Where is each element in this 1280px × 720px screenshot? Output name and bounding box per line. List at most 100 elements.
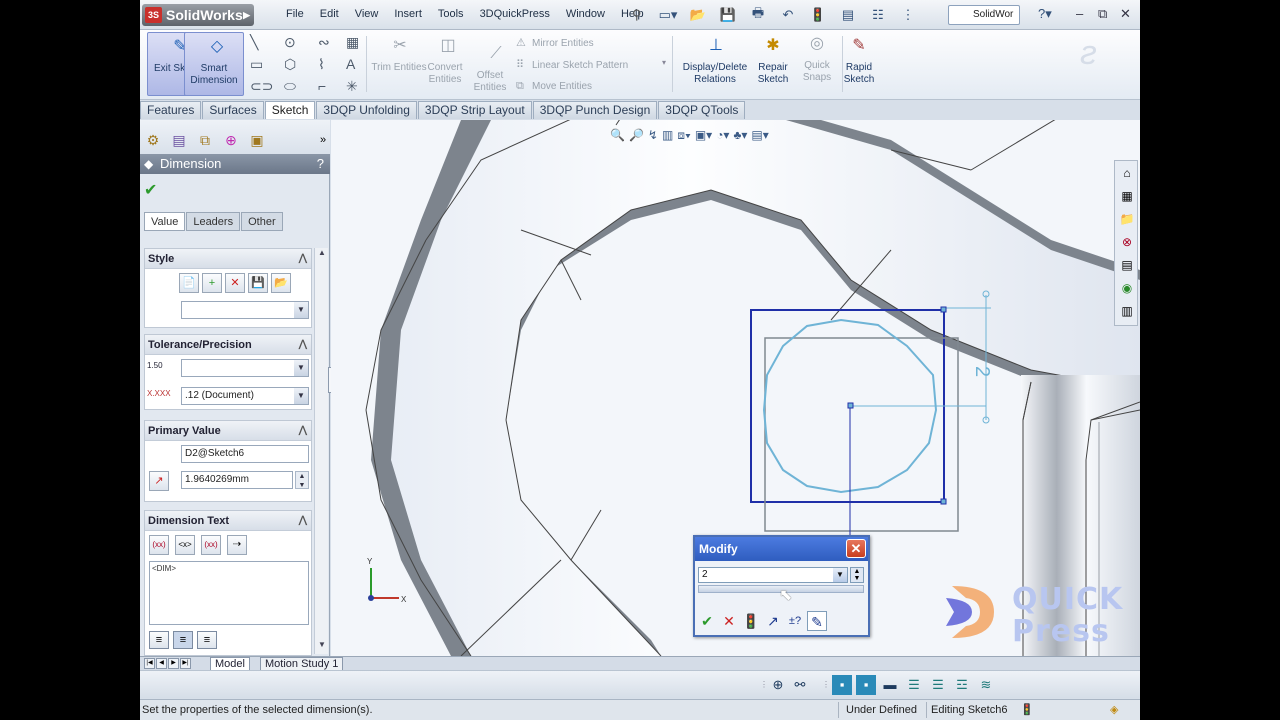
spline-icon[interactable]: ⌇ [318,56,325,73]
precision-select[interactable]: .12 (Document) ▼ [181,387,309,405]
zoom-area-icon[interactable]: 🔎 [629,128,644,143]
tab-3dqp-punch-design[interactable]: 3DQP Punch Design [532,101,658,119]
polygon-icon[interactable]: ⬡ [284,56,296,73]
add-style-icon[interactable]: + [202,273,222,293]
inspection-dimension-icon[interactable]: (xx) [201,535,221,555]
linear-pattern-button[interactable]: ⠿ Linear Sketch Pattern [516,58,628,71]
viewport-restore-icon[interactable]: ⧉ [1103,120,1112,123]
parallel-relation-icon[interactable]: ☰ [928,675,948,695]
home-icon[interactable]: ⌂ [1117,163,1137,183]
rebuild-icon[interactable]: 🚦 [805,5,831,25]
fix-relation-icon[interactable]: ≋ [976,675,996,695]
panel-scrollbar[interactable]: ▲ ▼ [314,248,328,654]
feature-manager-icon[interactable]: ⚙ [142,130,164,150]
chevron-down-icon[interactable]: ▼ [833,568,847,582]
property-manager-icon[interactable]: ▤ [168,130,190,150]
tab-3dqp-strip-layout[interactable]: 3DQP Strip Layout [417,101,532,119]
menu-insert[interactable]: Insert [386,8,430,20]
rebuild-icon[interactable]: 🚦 [741,611,761,631]
plus-minus-icon[interactable]: ±? [785,611,805,631]
construction-geometry-icon[interactable]: ▦ [346,34,359,51]
search-results-icon[interactable]: ⊗ [1117,232,1137,252]
collapse-icon[interactable]: ⋀ [299,249,307,269]
collapse-icon[interactable]: ⋀ [299,335,307,355]
apply-default-style-icon[interactable]: 📄 [179,273,199,293]
menu-edit[interactable]: Edit [312,8,347,20]
tab-sketch[interactable]: Sketch [264,101,316,119]
sketch-relations-icon[interactable]: ⊕ [768,675,788,695]
tab-3dqp-unfolding[interactable]: 3DQP Unfolding [316,101,417,119]
rapid-sketch-button[interactable]: ✎ Rapid Sketch [836,32,882,96]
tab-3dqp-qtools[interactable]: 3DQP QTools [658,101,746,119]
add-parentheses-icon[interactable]: (xx) [149,535,169,555]
center-dimension-icon[interactable]: <x> [175,535,195,555]
hide-show-icon[interactable]: ◔▾ [716,128,729,143]
tolerance-type-select[interactable]: ▼ [181,359,309,377]
symmetric-relation-icon[interactable]: ☲ [952,675,972,695]
primary-value-header[interactable]: Primary Value ⋀ [145,421,311,441]
help-icon[interactable]: ?▾ [1038,6,1052,22]
solidworks-logo[interactable]: 3S SolidWorks ▶ [142,4,254,26]
load-style-icon[interactable]: 📂 [271,273,291,293]
reset-spin-increment-icon[interactable]: ↗ [763,611,783,631]
quick-snaps-button[interactable]: ◎ Quick Snaps [794,30,840,94]
sketch-point[interactable] [940,306,947,313]
circle-icon[interactable]: ⊙ [284,34,296,51]
delete-style-icon[interactable]: ✕ [225,273,245,293]
horizontal-relation-icon[interactable]: ▪ [832,675,852,695]
viewport-close-icon[interactable]: ✕ [1123,120,1133,122]
save-icon[interactable]: 💾 [715,5,741,25]
rebuild-status-icon[interactable]: 🚦 [1020,700,1034,720]
mark-dimension-icon[interactable]: ✎ [807,611,827,631]
align-center-icon[interactable]: ≡ [173,631,193,649]
first-tab-icon[interactable]: |◀ [144,658,155,669]
offset-text-icon[interactable]: ⇢ [227,535,247,555]
sketch-point[interactable] [847,402,854,409]
tab-motion-study[interactable]: Motion Study 1 [260,657,344,671]
fillet-icon[interactable]: ⌐ [318,78,326,94]
repair-sketch-button[interactable]: ✱ Repair Sketch [750,32,796,96]
point-icon[interactable]: ✳ [346,78,358,95]
vertical-relation-icon[interactable]: ▪ [856,675,876,695]
smart-dimension-button[interactable]: ◇ Smart Dimension [184,32,244,96]
dimension-text-area[interactable]: <DIM> [149,561,309,625]
rectangle-icon[interactable]: ▭ [250,56,263,73]
equal-relation-icon[interactable]: ☰ [904,675,924,695]
menu-3dquickpress[interactable]: 3DQuickPress [472,8,558,20]
dimension-name-field[interactable]: D2@Sketch6 [181,445,309,463]
display-style-icon[interactable]: ▣▾ [695,128,712,143]
dimension-text-header[interactable]: Dimension Text ⋀ [145,511,311,531]
cancel-x-icon[interactable]: ✕ [719,611,739,631]
view-orientation-icon[interactable]: ⧈▾ [677,128,691,143]
ellipse-icon[interactable]: ⬭ [284,78,296,95]
scroll-up-icon[interactable]: ▲ [315,248,329,260]
modify-spinner[interactable]: ▲ ▼ [850,567,864,583]
collapse-icon[interactable]: ⋀ [299,511,307,531]
view-palette-icon[interactable]: ▤ [1117,255,1137,275]
value-spinner[interactable]: ▲ ▼ [295,471,309,489]
tab-leaders[interactable]: Leaders [186,212,241,231]
search-input[interactable]: SolidWor [948,5,1020,25]
next-tab-icon[interactable]: ▶ [168,658,179,669]
style-header[interactable]: Style ⋀ [145,249,311,269]
save-style-icon[interactable]: 💾 [248,273,268,293]
scene-icon[interactable]: ▤▾ [751,128,768,143]
appearance-icon[interactable]: ♣▾ [733,128,747,143]
menu-view[interactable]: View [347,8,387,20]
tolerance-header[interactable]: Tolerance/Precision ⋀ [145,335,311,355]
options-icon[interactable]: ☷ [865,5,891,25]
ok-check-icon[interactable]: ✔ [697,611,717,631]
style-select[interactable]: ▼ [181,301,309,319]
viewport-minimize-icon[interactable]: – [1083,120,1090,122]
slot-icon[interactable]: ⊂⊃ [250,78,273,95]
last-tab-icon[interactable]: ▶| [180,658,191,669]
tab-features[interactable]: Features [140,101,202,119]
reverse-direction-icon[interactable]: ↗ [149,471,169,491]
display-manager-icon[interactable]: ▣ [246,130,268,150]
dimension-value-field[interactable]: 1.9640269mm [181,471,293,489]
file-explorer-icon[interactable]: 📁 [1117,209,1137,229]
help-icon[interactable]: ? [317,154,324,174]
arc-icon[interactable]: ∾ [318,34,330,51]
appearances-icon[interactable]: ◉ [1117,278,1137,298]
print-icon[interactable]: 🖶 [745,5,771,25]
